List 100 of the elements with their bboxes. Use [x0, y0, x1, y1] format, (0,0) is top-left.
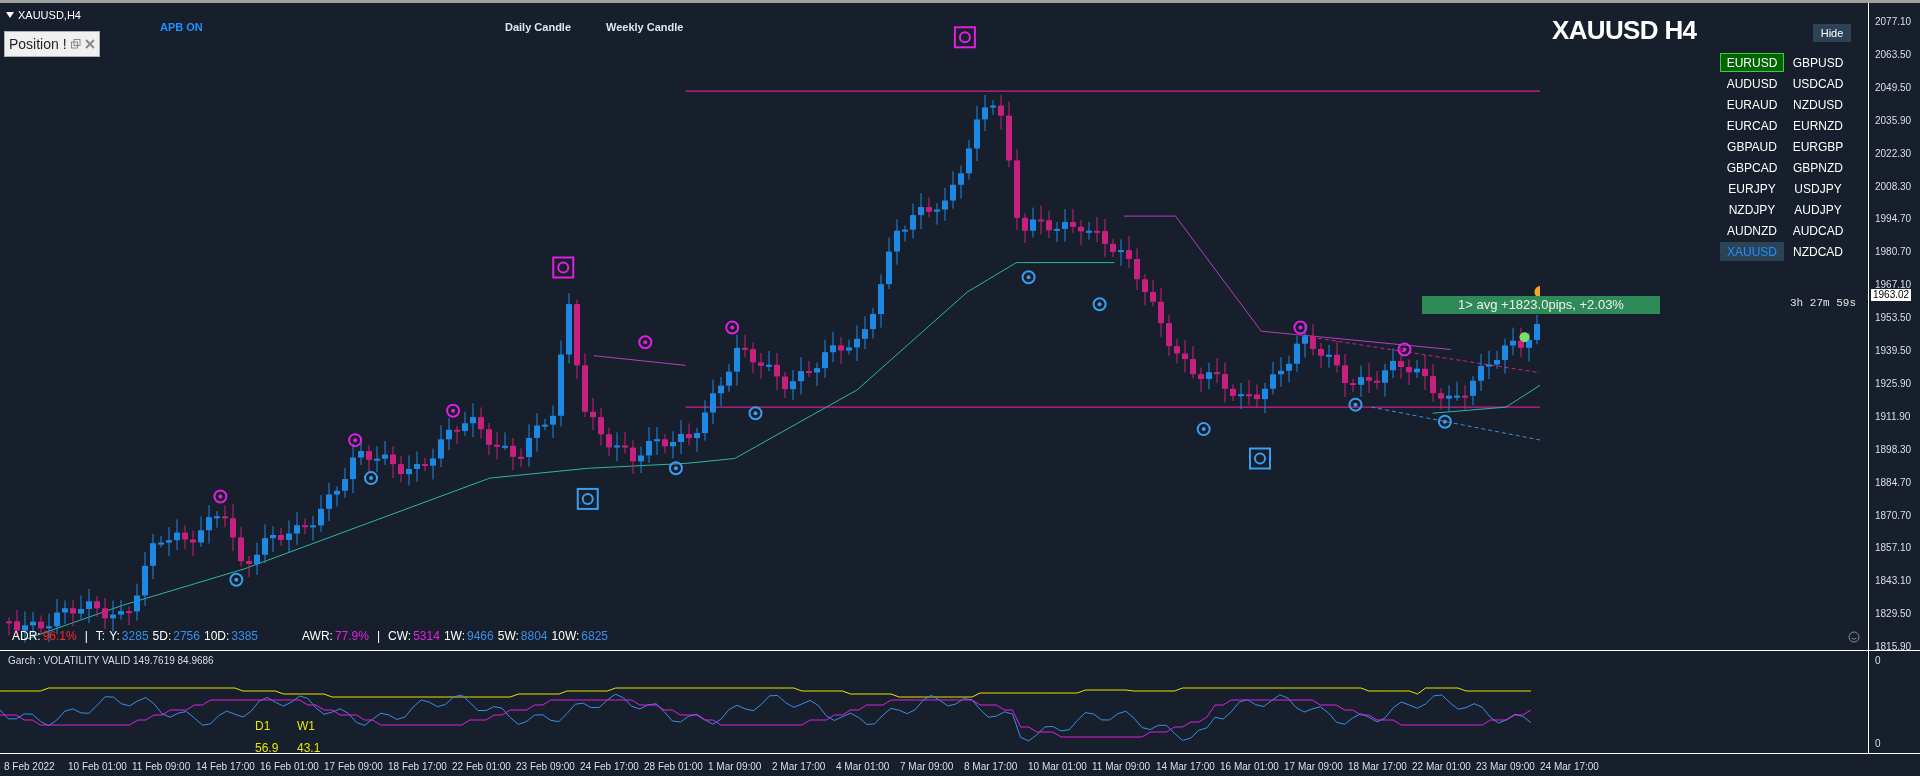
symbol-button[interactable]: NZDJPY: [1720, 200, 1784, 219]
stat-value: 77.9%: [334, 628, 369, 645]
stat-label: 10W:: [551, 628, 580, 645]
hide-button[interactable]: Hide: [1813, 24, 1851, 42]
symbol-button[interactable]: EURNZD: [1786, 116, 1850, 135]
stat-value: 6825: [581, 628, 609, 645]
symbol-button[interactable]: NZDCAD: [1786, 242, 1850, 261]
timeframe-value: 43.1: [297, 740, 321, 753]
indicator-axis-label: 0: [1875, 654, 1882, 668]
time-label: 14 Feb 17:00: [196, 760, 255, 774]
stat-value: 8804: [520, 628, 548, 645]
time-label: 22 Mar 01:00: [1412, 760, 1471, 774]
time-label: 23 Mar 09:00: [1476, 760, 1535, 774]
timeframe-value: 56.9: [255, 740, 279, 753]
caret-icon: [6, 12, 14, 19]
price-label: 2049.50: [1875, 81, 1912, 94]
stat-value: 2756: [173, 628, 200, 645]
square-marker-icon: [953, 26, 976, 49]
circle-marker-icon: [229, 572, 244, 587]
price-label: 1884.70: [1875, 476, 1912, 489]
stat-value: 9466: [467, 628, 494, 645]
symbol-button[interactable]: EURGBP: [1786, 137, 1850, 156]
circle-marker-icon: [348, 433, 363, 448]
time-label: 4 Mar 01:00: [836, 760, 890, 774]
symbol-button[interactable]: GBPNZD: [1786, 158, 1850, 177]
price-label: 1843.10: [1875, 575, 1912, 588]
stat-value: 96.1%: [42, 628, 77, 645]
stat-label: ADR:: [12, 628, 41, 645]
symbol-button[interactable]: USDCAD: [1786, 74, 1850, 93]
square-marker-icon: [1249, 447, 1271, 470]
circle-marker-icon: [1293, 320, 1308, 335]
circle-marker-icon: [748, 406, 763, 421]
circle-marker-icon: [1021, 270, 1036, 285]
panel-title: Position !: [9, 34, 67, 54]
countdown-timer: 3h 27m 59s: [1790, 296, 1856, 311]
price-label: 2063.50: [1875, 48, 1912, 61]
symbol-button[interactable]: EURAUD: [1720, 95, 1784, 114]
price-label: 2008.30: [1875, 180, 1912, 193]
symbol-button[interactable]: AUDUSD: [1720, 74, 1784, 93]
time-label: 28 Feb 01:00: [644, 760, 703, 774]
price-label: 1939.50: [1875, 345, 1912, 357]
circle-marker-icon: [1437, 414, 1452, 429]
circle-marker-icon: [1348, 397, 1363, 412]
time-label: 8 Feb 2022: [4, 760, 55, 774]
trade-banner: 1> avg +1823.0pips, +2.03%: [1422, 296, 1660, 314]
time-label: 23 Feb 09:00: [516, 760, 575, 774]
price-label: 1994.70: [1875, 213, 1912, 226]
stat-label: 10D:: [203, 628, 230, 645]
weekly-candle-label: Weekly Candle: [606, 20, 684, 35]
square-marker-icon: [576, 487, 599, 510]
time-label: 16 Mar 01:00: [1220, 760, 1279, 774]
stat-value: 3385: [231, 628, 258, 645]
price-label: 1953.50: [1875, 312, 1912, 325]
chart-symbol-title: XAUUSD,H4: [18, 8, 81, 23]
symbol-button[interactable]: USDJPY: [1786, 179, 1850, 198]
circle-marker-icon: [668, 461, 683, 476]
time-label: 8 Mar 17:00: [964, 760, 1018, 774]
indicator-title: Garch : VOLATILITY VALID 149.7619 84.9686: [8, 654, 214, 668]
symbol-button[interactable]: AUDJPY: [1786, 200, 1850, 219]
time-label: 22 Feb 01:00: [452, 760, 511, 774]
close-icon[interactable]: [84, 39, 95, 49]
current-price-label: 1963.02: [1871, 289, 1912, 301]
circle-marker-icon: [638, 335, 653, 350]
price-label: 1829.50: [1875, 608, 1912, 621]
symbol-button[interactable]: GBPUSD: [1786, 53, 1850, 72]
price-label: 2022.30: [1875, 147, 1912, 160]
symbol-button[interactable]: AUDCAD: [1786, 221, 1850, 240]
symbol-button[interactable]: EURJPY: [1720, 179, 1784, 198]
circle-marker-icon: [1397, 342, 1412, 357]
time-label: 14 Mar 17:00: [1156, 760, 1215, 774]
circle-marker-icon: [364, 471, 378, 486]
stat-value: 5314: [413, 628, 440, 645]
stat-value: 3285: [121, 628, 149, 645]
time-label: 1 Mar 09:00: [708, 760, 762, 774]
separator-text: |: [83, 628, 89, 645]
separator-text: |: [375, 628, 382, 645]
time-label: 17 Mar 09:00: [1284, 760, 1343, 774]
price-label: 1898.30: [1875, 443, 1912, 456]
symbol-button[interactable]: AUDNZD: [1720, 221, 1784, 240]
circle-marker-icon: [725, 320, 740, 335]
price-label: 1967.10: [1875, 279, 1912, 291]
indicator-axis-label: 0: [1875, 737, 1882, 751]
symbol-button[interactable]: GBPCAD: [1720, 158, 1784, 177]
time-label: 10 Mar 01:00: [1028, 760, 1087, 774]
symbol-button[interactable]: GBPAUD: [1720, 137, 1784, 156]
symbol-button[interactable]: EURUSD: [1720, 53, 1784, 72]
price-label: 1925.90: [1875, 377, 1912, 390]
chart-title-dropdown[interactable]: XAUUSD,H4: [6, 7, 81, 24]
stat-label: Y:: [109, 628, 120, 645]
stat-label: 5W:: [497, 628, 519, 645]
symbol-button[interactable]: NZDUSD: [1786, 95, 1850, 114]
time-label: 18 Mar 17:00: [1348, 760, 1407, 774]
stat-label: 1W:: [443, 628, 465, 645]
price-label: 2077.10: [1875, 16, 1912, 28]
symbol-button[interactable]: EURCAD: [1720, 116, 1784, 135]
symbol-heading: XAUUSD H4: [1552, 14, 1697, 47]
time-label: 17 Feb 09:00: [324, 760, 383, 774]
restore-icon[interactable]: [70, 39, 81, 49]
circle-marker-icon: [1092, 297, 1107, 312]
timeframe-label: D1: [255, 718, 272, 735]
